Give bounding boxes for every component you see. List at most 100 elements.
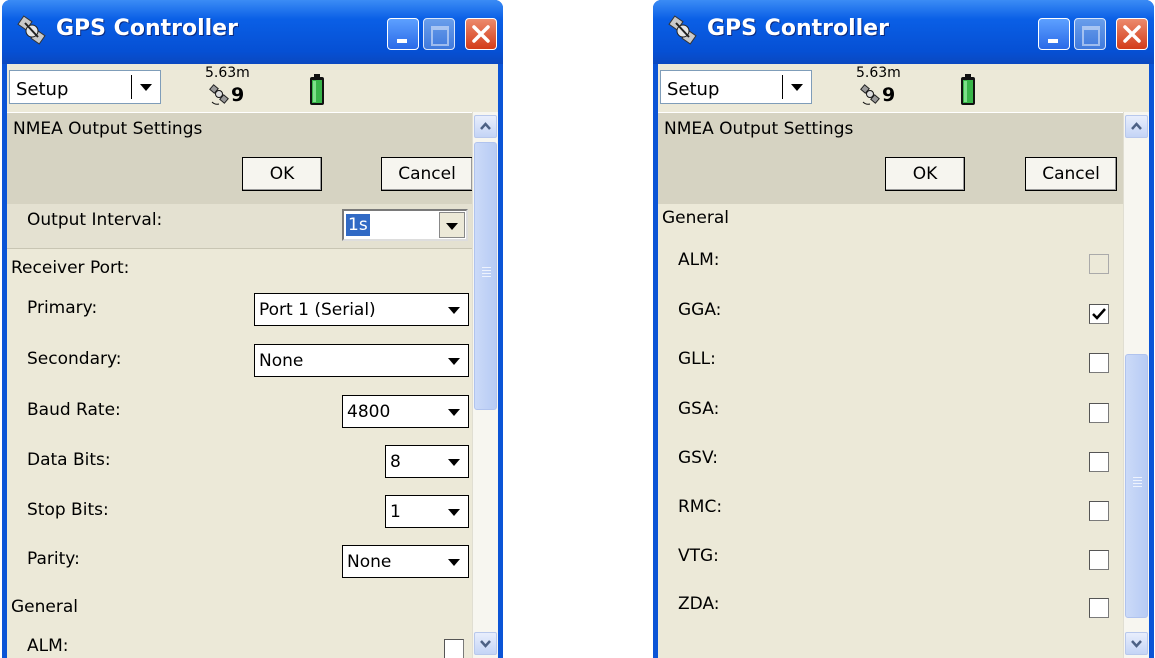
- baud-rate-value: 4800: [347, 402, 391, 422]
- scroll-down-button[interactable]: [474, 632, 497, 655]
- chevron-down-icon: [448, 358, 460, 365]
- scroll-up-icon: [480, 122, 491, 130]
- page-title: NMEA Output Settings: [664, 119, 854, 139]
- vertical-scrollbar[interactable]: [472, 112, 498, 658]
- chevron-down-icon: [448, 559, 460, 566]
- gps-controller-window-1: GPS Controller Setup 5.63m 9 NMEA Output…: [2, 0, 503, 658]
- general-label: General: [11, 597, 78, 617]
- zda-checkbox[interactable]: [1089, 598, 1109, 618]
- chevron-down-icon: [791, 84, 803, 91]
- gga-label: GGA:: [678, 300, 722, 320]
- gsv-label: GSV:: [678, 448, 718, 468]
- ok-button[interactable]: OK: [242, 157, 322, 191]
- settings-header: NMEA Output Settings OK Cancel: [658, 112, 1149, 205]
- window-title: GPS Controller: [56, 16, 238, 41]
- scroll-up-button[interactable]: [1125, 115, 1148, 138]
- minimize-button[interactable]: [387, 18, 419, 50]
- satellite-count: 9: [882, 84, 896, 106]
- scroll-down-icon: [1131, 640, 1142, 648]
- rmc-checkbox[interactable]: [1089, 501, 1109, 521]
- minimize-button[interactable]: [1038, 18, 1070, 50]
- cancel-button[interactable]: Cancel: [381, 157, 473, 191]
- vtg-checkbox[interactable]: [1089, 550, 1109, 570]
- output-interval-value: 1s: [346, 214, 370, 236]
- output-interval-dropdown-button[interactable]: [439, 212, 465, 238]
- gsa-checkbox[interactable]: [1089, 403, 1109, 423]
- satellite-app-icon: [17, 15, 46, 45]
- scroll-down-icon: [480, 640, 491, 648]
- settings-header: NMEA Output Settings OK Cancel: [7, 112, 498, 205]
- close-icon: [472, 25, 490, 43]
- stop-bits-value: 1: [390, 502, 401, 522]
- gps-controller-window-2: GPS Controller Setup 5.63m 9 NMEA Output…: [653, 0, 1154, 658]
- chevron-down-icon: [448, 509, 460, 516]
- battery-icon: [961, 74, 975, 105]
- status-toolbar: Setup 5.63m 9: [7, 64, 498, 112]
- secondary-port-value: None: [259, 351, 304, 371]
- title-bar[interactable]: GPS Controller: [2, 0, 503, 64]
- gsa-label: GSA:: [678, 399, 720, 419]
- primary-port-dropdown[interactable]: Port 1 (Serial): [254, 293, 469, 326]
- alm-checkbox[interactable]: [1089, 254, 1109, 274]
- gga-checkbox[interactable]: [1089, 304, 1109, 324]
- data-bits-dropdown[interactable]: 8: [385, 445, 469, 478]
- ok-button[interactable]: OK: [885, 157, 965, 191]
- window-title: GPS Controller: [707, 16, 889, 41]
- settings-form: Output Interval: 1s Receiver Port: Prima…: [7, 204, 477, 658]
- alm-label: ALM:: [678, 250, 720, 270]
- mode-dropdown[interactable]: Setup: [660, 70, 812, 104]
- primary-port-value: Port 1 (Serial): [259, 300, 376, 320]
- parity-dropdown[interactable]: None: [342, 545, 469, 578]
- mode-dropdown-value: Setup: [16, 79, 69, 100]
- parity-value: None: [347, 552, 392, 572]
- gps-satellite-icon: [209, 84, 229, 105]
- scroll-up-button[interactable]: [474, 115, 497, 138]
- battery-icon: [310, 74, 324, 105]
- page-title: NMEA Output Settings: [13, 119, 203, 139]
- satellite-app-icon: [668, 15, 697, 45]
- title-bar[interactable]: GPS Controller: [653, 0, 1154, 64]
- data-bits-value: 8: [390, 452, 401, 472]
- satellite-count: 9: [231, 84, 245, 106]
- gps-accuracy: 5.63m: [856, 65, 901, 81]
- mode-dropdown[interactable]: Setup: [9, 70, 161, 104]
- baud-rate-dropdown[interactable]: 4800: [342, 395, 469, 428]
- scrollbar-thumb[interactable]: [1125, 354, 1148, 618]
- rmc-label: RMC:: [678, 497, 723, 517]
- maximize-button[interactable]: [1074, 18, 1106, 50]
- close-button[interactable]: [1116, 18, 1148, 50]
- chevron-down-icon: [448, 307, 460, 314]
- chevron-down-icon: [140, 84, 152, 91]
- status-toolbar: Setup 5.63m 9: [658, 64, 1149, 112]
- scrollbar-thumb[interactable]: [474, 142, 497, 410]
- gps-accuracy: 5.63m: [205, 65, 250, 81]
- client-area: Setup 5.63m 9 NMEA Output Settings OK Ca…: [7, 64, 498, 658]
- output-interval-row: Output Interval: 1s: [7, 204, 477, 249]
- gll-label: GLL:: [678, 349, 716, 369]
- close-icon: [1123, 25, 1141, 43]
- stop-bits-dropdown[interactable]: 1: [385, 495, 469, 528]
- cancel-button[interactable]: Cancel: [1025, 157, 1117, 191]
- alm-label: ALM:: [27, 636, 69, 656]
- checkmark-icon: [1092, 308, 1106, 320]
- scroll-up-icon: [1131, 122, 1142, 130]
- close-button[interactable]: [465, 18, 497, 50]
- maximize-button[interactable]: [423, 18, 455, 50]
- general-settings-list: General ALM: GGA: GLL: GSA: GSV: RMC: VT…: [658, 204, 1123, 658]
- receiver-port-label: Receiver Port:: [11, 258, 130, 278]
- general-label: General: [662, 208, 729, 228]
- mode-dropdown-value: Setup: [667, 79, 720, 100]
- chevron-down-icon: [448, 409, 460, 416]
- gsv-checkbox[interactable]: [1089, 452, 1109, 472]
- client-area: Setup 5.63m 9 NMEA Output Settings OK Ca…: [658, 64, 1149, 658]
- scroll-down-button[interactable]: [1125, 632, 1148, 655]
- vertical-scrollbar[interactable]: [1123, 112, 1149, 658]
- output-interval-dropdown[interactable]: 1s: [342, 209, 468, 241]
- zda-label: ZDA:: [678, 594, 720, 614]
- alm-checkbox[interactable]: [444, 639, 464, 658]
- secondary-port-dropdown[interactable]: None: [254, 344, 469, 377]
- chevron-down-icon: [446, 223, 458, 230]
- gll-checkbox[interactable]: [1089, 353, 1109, 373]
- gps-satellite-icon: [860, 84, 880, 105]
- vtg-label: VTG:: [678, 546, 719, 566]
